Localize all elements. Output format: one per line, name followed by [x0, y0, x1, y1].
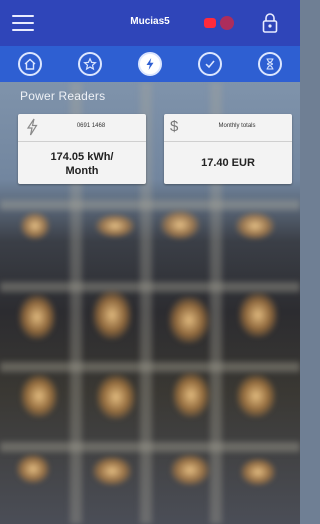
tab-favorites[interactable]	[78, 52, 102, 76]
card-header: 0691 1468	[18, 114, 146, 140]
tab-check[interactable]	[198, 52, 222, 76]
card-divider	[164, 141, 292, 142]
card-divider	[18, 141, 146, 142]
hourglass-icon	[266, 58, 274, 70]
tab-bar	[0, 46, 300, 82]
monthly-total-value: 17.40 EUR	[201, 157, 255, 169]
home-icon	[24, 58, 36, 70]
dollar-icon: $	[170, 118, 179, 135]
tab-home[interactable]	[18, 52, 42, 76]
lock-icon[interactable]	[260, 12, 280, 34]
notification-icon[interactable]	[204, 16, 238, 30]
tab-power[interactable]	[138, 52, 162, 76]
card-header: $ Monthly totals	[164, 114, 292, 140]
power-value: 174.05 kWh/ Month	[18, 150, 146, 178]
section-title: Power Readers	[20, 89, 106, 103]
app-title: Mucias5	[130, 16, 170, 27]
meter-id: 0691 1468	[76, 123, 106, 129]
check-icon	[205, 60, 215, 69]
star-icon	[83, 57, 97, 71]
power-reading-card[interactable]: 0691 1468 174.05 kWh/ Month	[18, 114, 146, 184]
lightning-icon	[26, 118, 38, 136]
monthly-totals-label: Monthly totals	[218, 123, 256, 129]
power-value-line2: Month	[65, 165, 99, 177]
monthly-total-card[interactable]: $ Monthly totals 17.40 EUR	[164, 114, 292, 184]
power-value-line1: 174.05 kWh/	[50, 151, 114, 163]
lightning-icon	[146, 58, 154, 70]
tab-timer[interactable]	[258, 52, 282, 76]
